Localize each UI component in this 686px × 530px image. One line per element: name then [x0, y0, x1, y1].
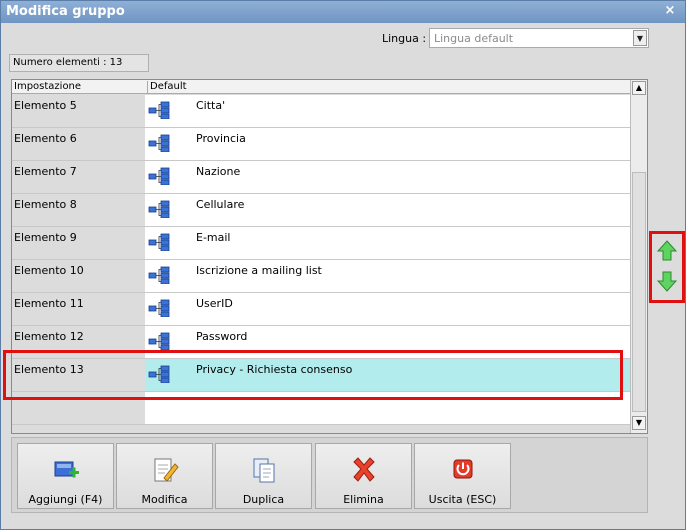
window-title: Modifica gruppo	[6, 4, 125, 19]
table-row[interactable]: Elemento 6 Provincia	[12, 128, 630, 161]
row-default-cell[interactable]: E-mail	[145, 227, 630, 259]
table-row[interactable]: Elemento 11 UserID	[12, 293, 630, 326]
table-row[interactable]: Elemento 12 Password	[12, 326, 630, 359]
edit-button[interactable]: Modifica	[116, 443, 213, 509]
tree-node-icon	[148, 167, 170, 188]
dialog-window: Modifica gruppo × Lingua : Lingua defaul…	[0, 0, 686, 530]
vertical-scrollbar[interactable]: ▲ ▼	[630, 80, 647, 433]
exit-button[interactable]: Uscita (ESC)	[414, 443, 511, 509]
arrow-down-icon	[656, 271, 678, 292]
row-default-cell[interactable]: UserID	[145, 293, 630, 325]
row-setting: Elemento 12	[12, 326, 145, 358]
tree-node-icon	[148, 200, 170, 221]
duplicate-icon	[253, 458, 275, 483]
duplicate-label: Duplica	[242, 493, 285, 506]
exit-label: Uscita (ESC)	[428, 493, 497, 506]
delete-label: Elimina	[343, 493, 384, 506]
edit-label: Modifica	[141, 493, 188, 506]
move-up-button[interactable]	[656, 239, 678, 263]
move-down-button[interactable]	[656, 269, 678, 293]
row-default: Nazione	[196, 165, 241, 178]
edit-icon	[154, 458, 179, 482]
row-default: Privacy - Richiesta consenso	[196, 363, 353, 376]
arrow-up-icon	[656, 240, 678, 261]
row-setting: Elemento 11	[12, 293, 145, 325]
table-row[interactable]: Elemento 7 Nazione	[12, 161, 630, 194]
power-icon	[453, 459, 473, 479]
row-setting: Elemento 10	[12, 260, 145, 292]
tree-node-icon	[148, 101, 170, 122]
table-row[interactable]: Elemento 13 Privacy - Richiesta consenso	[12, 359, 630, 392]
table-row[interactable]: Elemento 9 E-mail	[12, 227, 630, 260]
row-default-cell	[145, 392, 630, 424]
table-row[interactable]: Elemento 8 Cellulare	[12, 194, 630, 227]
row-setting: Elemento 8	[12, 194, 145, 226]
delete-icon	[353, 457, 375, 482]
grid-header: Impostazione Default	[12, 80, 630, 94]
language-label: Lingua :	[382, 32, 427, 45]
duplicate-button[interactable]: Duplica	[215, 443, 312, 509]
row-setting: Elemento 7	[12, 161, 145, 193]
add-label: Aggiungi (F4)	[28, 493, 103, 506]
table-row[interactable]: Elemento 10 Iscrizione a mailing list	[12, 260, 630, 293]
settings-grid: Impostazione Default Elemento 5 Citta' Ele…	[11, 79, 648, 434]
scroll-down-button[interactable]: ▼	[632, 416, 646, 430]
row-setting: Elemento 5	[12, 95, 145, 127]
delete-button[interactable]: Elimina	[315, 443, 412, 509]
reorder-buttons	[649, 231, 685, 303]
language-value: Lingua default	[434, 32, 514, 45]
empty-row	[12, 392, 630, 425]
row-default: Citta'	[196, 99, 226, 112]
row-default: UserID	[196, 297, 233, 310]
row-setting	[12, 392, 145, 424]
tree-node-icon	[148, 134, 170, 155]
table-row[interactable]: Elemento 5 Citta'	[12, 95, 630, 128]
row-default-cell[interactable]: Cellulare	[145, 194, 630, 226]
row-default: Cellulare	[196, 198, 245, 211]
row-default-cell[interactable]: Provincia	[145, 128, 630, 160]
tree-node-icon	[148, 299, 170, 320]
scroll-thumb[interactable]	[632, 172, 646, 412]
title-bar: Modifica gruppo ×	[1, 1, 685, 23]
column-header-default[interactable]: Default	[147, 81, 187, 94]
row-default-cell[interactable]: Nazione	[145, 161, 630, 193]
tree-node-icon	[148, 233, 170, 254]
row-default-cell[interactable]: Privacy - Richiesta consenso	[145, 359, 630, 391]
row-default: E-mail	[196, 231, 231, 244]
add-icon	[54, 461, 79, 478]
tree-node-icon	[148, 332, 170, 353]
tree-node-icon	[148, 365, 170, 386]
close-button[interactable]: ×	[663, 4, 677, 18]
add-button[interactable]: Aggiungi (F4)	[17, 443, 114, 509]
row-default-cell[interactable]: Citta'	[145, 95, 630, 127]
row-default-cell[interactable]: Password	[145, 326, 630, 358]
row-default: Provincia	[196, 132, 246, 145]
element-count: Numero elementi : 13	[9, 54, 149, 72]
action-toolbar: Aggiungi (F4) Modifica Duplica Elimina U…	[11, 437, 648, 513]
row-setting: Elemento 9	[12, 227, 145, 259]
row-setting: Elemento 13	[12, 359, 145, 391]
row-default: Iscrizione a mailing list	[196, 264, 322, 277]
tree-node-icon	[148, 266, 170, 287]
row-default: Password	[196, 330, 248, 343]
row-setting: Elemento 6	[12, 128, 145, 160]
column-header-setting[interactable]: Impostazione	[14, 81, 81, 92]
chevron-down-icon[interactable]: ▼	[633, 30, 647, 46]
grid-rows: Elemento 5 Citta' Elemento 6 Provincia Eleme…	[12, 95, 630, 425]
row-default-cell[interactable]: Iscrizione a mailing list	[145, 260, 630, 292]
scroll-up-button[interactable]: ▲	[632, 81, 646, 95]
language-select[interactable]: Lingua default ▼	[429, 28, 649, 48]
